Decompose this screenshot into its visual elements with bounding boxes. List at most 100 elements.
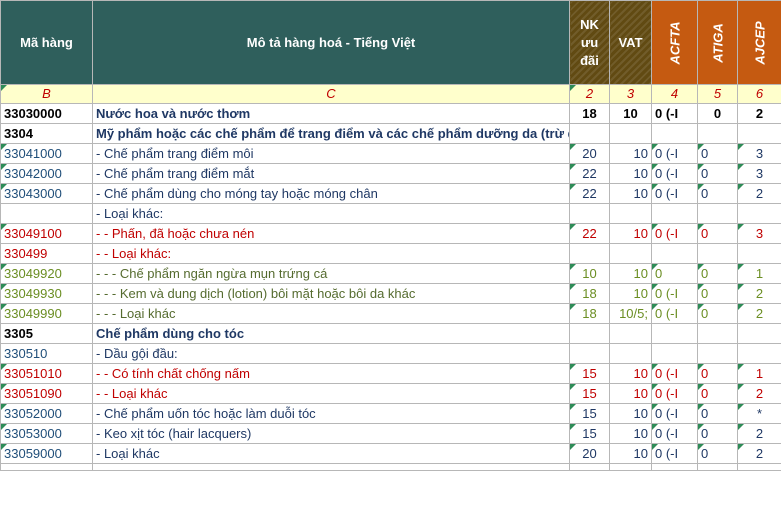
empty-cell[interactable] <box>569 463 610 471</box>
vat-cell[interactable]: 10 <box>609 223 652 244</box>
description-cell[interactable]: - - Có tính chất chống nấm <box>92 363 570 384</box>
vat-cell[interactable] <box>609 323 652 344</box>
code-cell[interactable]: 33049100 <box>0 223 93 244</box>
description-cell[interactable]: - - - Loại khác <box>92 303 570 324</box>
code-cell[interactable]: 33049930 <box>0 283 93 304</box>
column-header-atiga[interactable]: ATIGA <box>697 0 738 85</box>
description-cell[interactable]: - Chế phẩm dùng cho móng tay hoặc móng c… <box>92 183 570 204</box>
description-cell[interactable]: - Keo xịt tóc (hair lacquers) <box>92 423 570 444</box>
description-cell[interactable]: Mỹ phẩm hoặc các chế phẩm để trang điểm … <box>92 123 570 144</box>
acfta-cell[interactable] <box>651 343 698 364</box>
code-cell[interactable]: 330510 <box>0 343 93 364</box>
atiga-cell[interactable]: 0 <box>697 183 738 204</box>
nk-cell[interactable]: 15 <box>569 383 610 404</box>
code-cell[interactable]: 33052000 <box>0 403 93 424</box>
nk-cell[interactable] <box>569 343 610 364</box>
description-cell[interactable]: - Chế phẩm trang điểm mắt <box>92 163 570 184</box>
description-cell[interactable]: - Chế phẩm uốn tóc hoặc làm duỗi tóc <box>92 403 570 424</box>
acfta-cell[interactable]: 0 (-I <box>651 283 698 304</box>
vat-cell[interactable]: 10 <box>609 263 652 284</box>
acfta-cell[interactable]: 0 (-I <box>651 143 698 164</box>
nk-cell[interactable]: 15 <box>569 423 610 444</box>
atiga-cell[interactable]: 0 <box>697 403 738 424</box>
empty-cell[interactable] <box>651 463 698 471</box>
acfta-cell[interactable]: 0 (-I <box>651 443 698 464</box>
atiga-cell[interactable]: 0 <box>697 103 738 124</box>
code-cell[interactable]: 33049920 <box>0 263 93 284</box>
description-cell[interactable]: - - Loại khác: <box>92 243 570 264</box>
column-header-ma-hang[interactable]: Mã hàng <box>0 0 93 85</box>
acfta-cell[interactable]: 0 (-I <box>651 183 698 204</box>
ajcep-cell[interactable] <box>737 123 781 144</box>
vat-cell[interactable]: 10 <box>609 283 652 304</box>
empty-cell[interactable] <box>697 463 738 471</box>
vat-cell[interactable]: 10 <box>609 143 652 164</box>
column-header-acfta[interactable]: ACFTA <box>651 0 698 85</box>
code-cell[interactable]: 3304 <box>0 123 93 144</box>
acfta-cell[interactable]: 0 (-I <box>651 383 698 404</box>
index-cell-2[interactable]: 2 <box>569 84 610 104</box>
ajcep-cell[interactable]: 1 <box>737 363 781 384</box>
acfta-cell[interactable]: 0 (-I <box>651 403 698 424</box>
code-cell[interactable]: 330499 <box>0 243 93 264</box>
nk-cell[interactable] <box>569 323 610 344</box>
code-cell[interactable]: 33049990 <box>0 303 93 324</box>
ajcep-cell[interactable]: 3 <box>737 143 781 164</box>
code-cell[interactable]: 33053000 <box>0 423 93 444</box>
acfta-cell[interactable] <box>651 323 698 344</box>
description-cell[interactable]: Nước hoa và nước thơm <box>92 103 570 124</box>
nk-cell[interactable]: 18 <box>569 303 610 324</box>
ajcep-cell[interactable] <box>737 323 781 344</box>
acfta-cell[interactable]: 0 (-I <box>651 303 698 324</box>
atiga-cell[interactable]: 0 <box>697 363 738 384</box>
vat-cell[interactable]: 10 <box>609 403 652 424</box>
atiga-cell[interactable]: 0 <box>697 163 738 184</box>
column-header-vat[interactable]: VAT <box>609 0 652 85</box>
nk-cell[interactable]: 20 <box>569 443 610 464</box>
empty-cell[interactable] <box>737 463 781 471</box>
ajcep-cell[interactable]: 2 <box>737 303 781 324</box>
index-cell-6[interactable]: 6 <box>737 84 781 104</box>
acfta-cell[interactable] <box>651 123 698 144</box>
empty-cell[interactable] <box>609 463 652 471</box>
nk-cell[interactable]: 18 <box>569 283 610 304</box>
vat-cell[interactable] <box>609 243 652 264</box>
description-cell[interactable]: - - - Kem và dung dịch (lotion) bôi mặt … <box>92 283 570 304</box>
empty-cell[interactable] <box>0 463 93 471</box>
atiga-cell[interactable]: 0 <box>697 303 738 324</box>
atiga-cell[interactable]: 0 <box>697 283 738 304</box>
description-cell[interactable]: Chế phẩm dùng cho tóc <box>92 323 570 344</box>
acfta-cell[interactable]: 0 <box>651 263 698 284</box>
acfta-cell[interactable]: 0 (-I <box>651 363 698 384</box>
index-cell-3[interactable]: 3 <box>609 84 652 104</box>
ajcep-cell[interactable]: 2 <box>737 423 781 444</box>
nk-cell[interactable]: 15 <box>569 363 610 384</box>
nk-cell[interactable]: 18 <box>569 103 610 124</box>
description-cell[interactable]: - - Loại khác <box>92 383 570 404</box>
nk-cell[interactable] <box>569 203 610 224</box>
vat-cell[interactable] <box>609 123 652 144</box>
ajcep-cell[interactable]: 2 <box>737 183 781 204</box>
description-cell[interactable]: - Loại khác <box>92 443 570 464</box>
code-cell[interactable]: 3305 <box>0 323 93 344</box>
ajcep-cell[interactable]: 2 <box>737 383 781 404</box>
vat-cell[interactable]: 10/5; <box>609 303 652 324</box>
nk-cell[interactable]: 20 <box>569 143 610 164</box>
vat-cell[interactable]: 10 <box>609 443 652 464</box>
column-header-nk-uu-dai[interactable]: NK ưu đãi <box>569 0 610 85</box>
ajcep-cell[interactable] <box>737 243 781 264</box>
nk-cell[interactable] <box>569 243 610 264</box>
code-cell[interactable]: 33042000 <box>0 163 93 184</box>
code-cell[interactable]: 33030000 <box>0 103 93 124</box>
ajcep-cell[interactable]: 2 <box>737 103 781 124</box>
vat-cell[interactable]: 10 <box>609 183 652 204</box>
atiga-cell[interactable] <box>697 323 738 344</box>
code-cell[interactable] <box>0 203 93 224</box>
description-cell[interactable]: - Chế phẩm trang điểm môi <box>92 143 570 164</box>
code-cell[interactable]: 33041000 <box>0 143 93 164</box>
code-cell[interactable]: 33043000 <box>0 183 93 204</box>
ajcep-cell[interactable]: * <box>737 403 781 424</box>
ajcep-cell[interactable]: 1 <box>737 263 781 284</box>
vat-cell[interactable]: 10 <box>609 383 652 404</box>
description-cell[interactable]: - Dầu gội đầu: <box>92 343 570 364</box>
